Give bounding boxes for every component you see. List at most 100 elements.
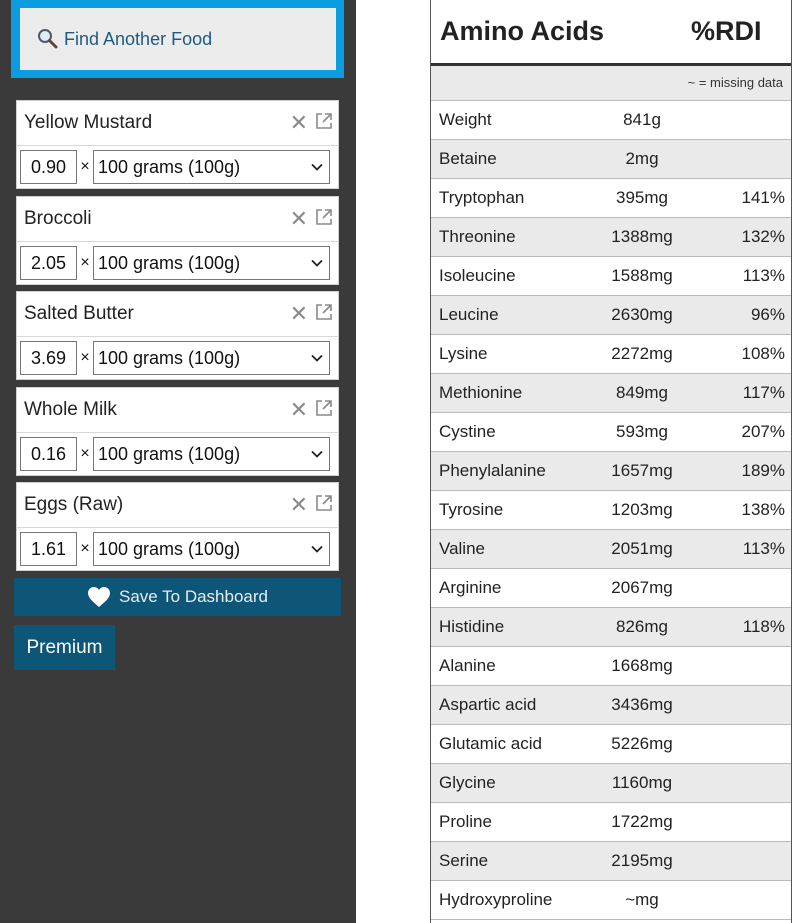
food-card: Eggs (Raw) ✕ × 100 grams (100g): [16, 482, 339, 571]
table-row: Glycine 1160mg: [431, 764, 791, 803]
table-row: Aspartic acid 3436mg: [431, 686, 791, 725]
nutrient-rdi: 96%: [750, 305, 785, 324]
chevron-down-icon: [311, 163, 323, 171]
nutrient-rdi: 207%: [741, 422, 785, 441]
nutrient-amount: 849mg: [616, 383, 668, 402]
nutrient-name: Glutamic acid: [439, 734, 542, 753]
nutrient-amount: 593mg: [616, 422, 668, 441]
nutrient-name: Valine: [439, 539, 485, 558]
save-to-dashboard-label: Save To Dashboard: [118, 587, 268, 606]
food-header: Salted Butter ✕: [17, 292, 338, 337]
panel-title: Amino Acids: [440, 16, 605, 46]
find-another-food-label: Find Another Food: [64, 28, 213, 49]
table-row: Lysine 2272mg 108%: [431, 335, 791, 374]
unit-select[interactable]: 100 grams (100g): [93, 532, 330, 566]
table-row: Leucine 2630mg 96%: [431, 296, 791, 335]
quantity-input[interactable]: [20, 150, 77, 184]
nutrient-amount: 2051mg: [611, 539, 673, 558]
nutrient-amount: 2195mg: [611, 851, 673, 870]
nutrient-amount: 2272mg: [611, 344, 673, 363]
nutrient-amount: 3436mg: [611, 695, 673, 714]
nutrient-name: Alanine: [439, 656, 496, 675]
find-another-food-button[interactable]: Find Another Food: [20, 8, 336, 70]
times-sign: ×: [80, 158, 90, 175]
food-quantity-row: × 100 grams (100g): [17, 433, 338, 475]
table-row: Weight 841g: [431, 101, 791, 140]
nutrient-rdi: 118%: [742, 617, 785, 636]
nutrient-name: Betaine: [439, 149, 497, 168]
chevron-down-icon: [311, 450, 323, 458]
nutrient-amount: 1722mg: [611, 812, 673, 831]
sidebar: Find Another Food Yellow Mustard ✕ × 100…: [0, 0, 356, 923]
nutrient-rdi: 113%: [742, 266, 785, 285]
unit-select-value: 100 grams (100g): [98, 538, 241, 559]
nutrient-rdi: 189%: [741, 461, 785, 480]
table-row: Serine 2195mg: [431, 842, 791, 881]
food-quantity-row: × 100 grams (100g): [17, 146, 338, 188]
panel-header: Amino Acids %RDI: [431, 0, 791, 66]
magnifier-icon: [36, 27, 60, 51]
table-row: Valine 2051mg 113%: [431, 530, 791, 569]
table-row: Tyrosine 1203mg 138%: [431, 491, 791, 530]
table-row: Arginine 2067mg: [431, 569, 791, 608]
nutrient-name: Leucine: [439, 305, 499, 324]
premium-button[interactable]: Premium: [14, 625, 115, 670]
nutrient-amount: 1668mg: [611, 656, 673, 675]
unit-select[interactable]: 100 grams (100g): [93, 437, 330, 471]
times-sign: ×: [80, 540, 90, 557]
remove-icon[interactable]: ✕: [290, 112, 308, 134]
nutrient-name: Threonine: [439, 227, 516, 246]
remove-icon[interactable]: ✕: [290, 494, 308, 516]
external-link-icon[interactable]: [315, 112, 333, 130]
chevron-down-icon: [311, 259, 323, 267]
nutrient-name: Methionine: [439, 383, 523, 402]
quantity-input[interactable]: [20, 246, 77, 280]
chevron-down-icon: [311, 545, 323, 553]
table-row: Tryptophan 395mg 141%: [431, 179, 791, 218]
table-row: Hydroxyproline ~mg: [431, 881, 791, 920]
remove-icon[interactable]: ✕: [290, 208, 308, 230]
heart-icon: [87, 587, 110, 607]
unit-select-value: 100 grams (100g): [98, 347, 241, 368]
unit-select-value: 100 grams (100g): [98, 252, 241, 273]
quantity-input[interactable]: [20, 437, 77, 471]
quantity-input[interactable]: [20, 341, 77, 375]
rdi-header: %RDI: [691, 16, 762, 46]
food-header: Whole Milk ✕: [17, 388, 338, 433]
food-header: Eggs (Raw) ✕: [17, 483, 338, 528]
external-link-icon[interactable]: [315, 399, 333, 417]
food-card: Salted Butter ✕ × 100 grams (100g): [16, 291, 339, 380]
external-link-icon[interactable]: [315, 208, 333, 226]
table-row: Betaine 2mg: [431, 140, 791, 179]
table-row: Isoleucine 1588mg 113%: [431, 257, 791, 296]
nutrient-name: Lysine: [439, 344, 488, 363]
missing-data-note: ~ = missing data: [431, 66, 791, 101]
unit-select[interactable]: 100 grams (100g): [93, 341, 330, 375]
unit-select-value: 100 grams (100g): [98, 156, 241, 177]
quantity-input[interactable]: [20, 532, 77, 566]
nutrient-name: Tryptophan: [439, 188, 525, 207]
amino-acids-panel: Amino Acids %RDI ~ = missing data Weight…: [430, 0, 792, 923]
save-to-dashboard-button[interactable]: Save To Dashboard: [14, 578, 341, 616]
nutrient-rdi: 113%: [742, 539, 785, 558]
nutrient-amount: 2mg: [625, 149, 659, 168]
nutrient-name: Cystine: [439, 422, 496, 441]
times-sign: ×: [80, 349, 90, 366]
table-row: Histidine 826mg 118%: [431, 608, 791, 647]
unit-select[interactable]: 100 grams (100g): [93, 150, 330, 184]
remove-icon[interactable]: ✕: [290, 399, 308, 421]
times-sign: ×: [80, 254, 90, 271]
nutrient-name: Isoleucine: [439, 266, 516, 285]
nutrient-amount: 2630mg: [611, 305, 673, 324]
table-row: Alanine 1668mg: [431, 647, 791, 686]
food-header: Yellow Mustard ✕: [17, 101, 338, 146]
nutrient-name: Tyrosine: [439, 500, 504, 519]
remove-icon[interactable]: ✕: [290, 303, 308, 325]
unit-select[interactable]: 100 grams (100g): [93, 246, 330, 280]
nutrient-amount: ~mg: [625, 890, 659, 909]
food-quantity-row: × 100 grams (100g): [17, 528, 338, 570]
nutrient-name: Phenylalanine: [439, 461, 546, 480]
external-link-icon[interactable]: [315, 303, 333, 321]
food-card: Broccoli ✕ × 100 grams (100g): [16, 196, 339, 285]
external-link-icon[interactable]: [315, 494, 333, 512]
